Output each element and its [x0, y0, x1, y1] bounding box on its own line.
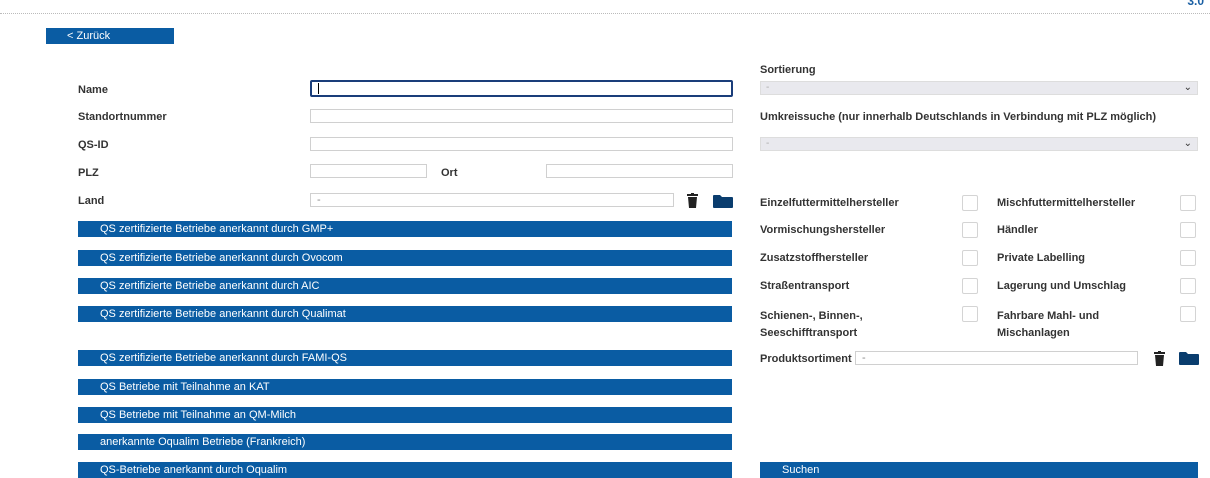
filter-qm-milch[interactable]: QS Betriebe mit Teilnahme an QM-Milch: [78, 407, 732, 423]
category-label-schienen: Schienen-, Binnen-, Seeschifftransport: [760, 310, 863, 339]
category-label-einzelfutter: Einzelfuttermittelhersteller: [760, 197, 899, 209]
qsid-input[interactable]: [310, 137, 733, 151]
sortierung-label: Sortierung: [760, 64, 816, 76]
plz-input[interactable]: [310, 164, 427, 178]
checkbox-strassentransport[interactable]: [962, 278, 978, 294]
category-label-haendler: Händler: [997, 224, 1038, 236]
trash-icon[interactable]: [1154, 351, 1165, 366]
ort-input[interactable]: [546, 164, 733, 178]
filter-famiqs[interactable]: QS zertifizierte Betriebe anerkannt durc…: [78, 350, 732, 366]
folder-icon[interactable]: [713, 195, 733, 208]
category-label-lagerung: Lagerung und Umschlag: [997, 280, 1126, 292]
checkbox-private-labelling[interactable]: [1180, 250, 1196, 266]
chevron-down-icon: ⌄: [1183, 138, 1192, 149]
folder-icon[interactable]: [1179, 352, 1199, 365]
back-button[interactable]: < Zurück: [46, 28, 174, 44]
checkbox-zusatzstoff[interactable]: [962, 250, 978, 266]
category-label-strassentransport: Straßentransport: [760, 280, 850, 292]
filter-aic[interactable]: QS zertifizierte Betriebe anerkannt durc…: [78, 278, 732, 294]
checkbox-schienen[interactable]: [962, 306, 978, 322]
filter-gmp[interactable]: QS zertifizierte Betriebe anerkannt durc…: [78, 221, 732, 237]
name-label: Name: [78, 84, 108, 96]
category-label-vormischung: Vormischungshersteller: [760, 224, 886, 236]
category-label-fahrbare: Fahrbare Mahl- und Mischanlagen: [997, 310, 1100, 339]
name-input[interactable]: [310, 80, 733, 97]
produktsortiment-select[interactable]: -: [855, 351, 1138, 365]
trash-icon[interactable]: [687, 193, 698, 208]
filter-ovocom[interactable]: QS zertifizierte Betriebe anerkannt durc…: [78, 250, 732, 266]
umkreissuche-label: Umkreissuche (nur innerhalb Deutschlands…: [760, 111, 1157, 123]
checkbox-mischfutter[interactable]: [1180, 195, 1196, 211]
standortnummer-label: Standortnummer: [78, 111, 167, 123]
chevron-down-icon: ⌄: [1183, 82, 1192, 93]
category-label-zusatzstoff: Zusatzstoffhersteller: [760, 252, 869, 264]
checkbox-vormischung[interactable]: [962, 222, 978, 238]
checkbox-einzelfutter[interactable]: [962, 195, 978, 211]
umkreissuche-select[interactable]: - ⌄: [760, 137, 1198, 151]
category-label-mischfutter: Mischfuttermittelhersteller: [997, 197, 1136, 209]
land-label: Land: [78, 195, 105, 207]
filter-qualimat[interactable]: QS zertifizierte Betriebe anerkannt durc…: [78, 306, 732, 322]
category-label-private-labelling: Private Labelling: [997, 252, 1086, 264]
header-divider: [0, 13, 1210, 14]
land-select[interactable]: -: [310, 193, 674, 207]
sortierung-value: -: [766, 82, 770, 93]
filter-kat[interactable]: QS Betriebe mit Teilnahme an KAT: [78, 379, 732, 395]
qsid-label: QS-ID: [78, 139, 109, 151]
checkbox-lagerung[interactable]: [1180, 278, 1196, 294]
umkreissuche-value: -: [766, 138, 770, 149]
ort-label: Ort: [441, 167, 458, 179]
plz-label: PLZ: [78, 167, 99, 179]
corner-label: 3.0: [1187, 0, 1204, 8]
checkbox-fahrbare[interactable]: [1180, 306, 1196, 322]
standortnummer-input[interactable]: [310, 109, 733, 123]
filter-oqualim-frankreich[interactable]: anerkannte Oqualim Betriebe (Frankreich): [78, 434, 732, 450]
text-cursor: [318, 83, 319, 94]
checkbox-haendler[interactable]: [1180, 222, 1196, 238]
sortierung-select[interactable]: - ⌄: [760, 81, 1198, 95]
produktsortiment-label: Produktsortiment: [760, 353, 852, 365]
